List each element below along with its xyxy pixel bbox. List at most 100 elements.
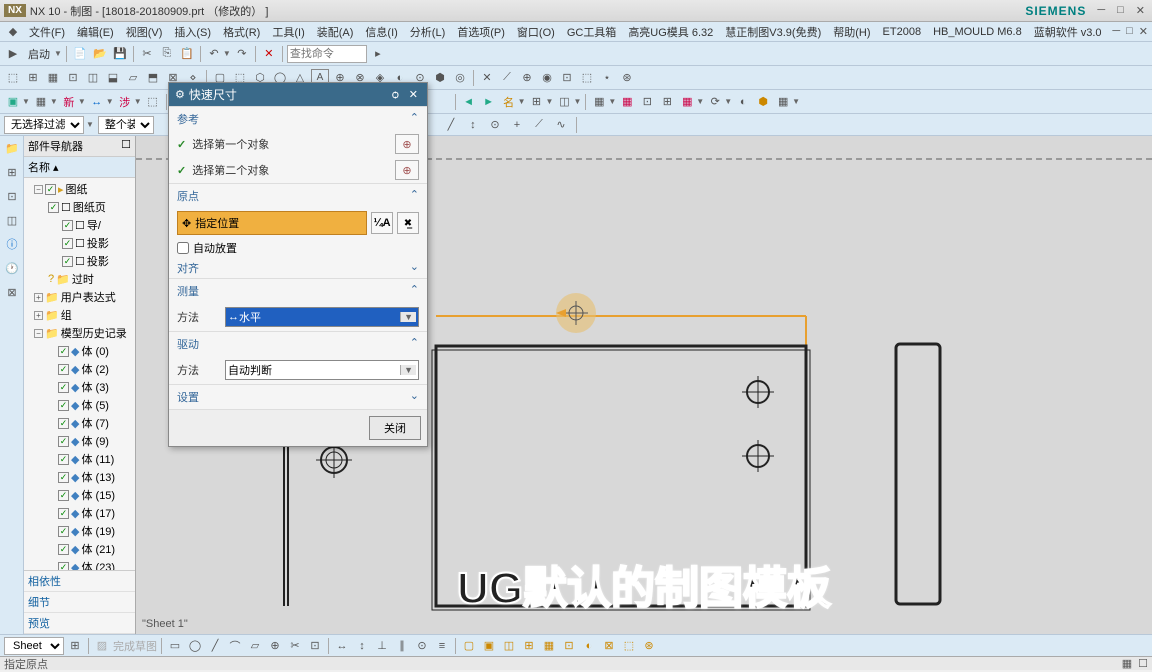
bt-5[interactable]: ▱ — [246, 637, 264, 655]
menu-et2008[interactable]: ET2008 — [878, 24, 927, 40]
rb-web-icon[interactable]: ⓘ — [1, 233, 23, 255]
snap-3[interactable]: ⊙ — [486, 116, 504, 134]
tree-body[interactable]: ✓◆体 (19) — [26, 522, 133, 540]
align-expand[interactable]: 对齐⌄ — [169, 258, 427, 278]
section-measure[interactable]: 测量⌃ — [169, 278, 427, 303]
t2-26[interactable]: ◉ — [538, 69, 556, 87]
t3-16[interactable]: ⬢ — [754, 93, 772, 111]
text-placement-button[interactable]: ¼A — [371, 212, 393, 234]
t3-6[interactable]: 名 — [500, 93, 518, 111]
bt-3[interactable]: ╱ — [206, 637, 224, 655]
t3-3[interactable]: ↔ — [88, 93, 106, 111]
t2-4[interactable]: ⊡ — [64, 69, 82, 87]
t2-3[interactable]: ▦ — [44, 69, 62, 87]
t3-12[interactable]: ⊞ — [658, 93, 676, 111]
rb-assembly-icon[interactable]: ⊞ — [1, 161, 23, 183]
menu-info[interactable]: 信息(I) — [360, 22, 402, 42]
snap-1[interactable]: ╱ — [442, 116, 460, 134]
bt-20[interactable]: ⊡ — [560, 637, 578, 655]
menu-lanchao[interactable]: 蓝朝软件 v3.0 — [1029, 22, 1107, 42]
status-icon-2[interactable]: ☐ — [1138, 657, 1148, 670]
dialog-reset-icon[interactable]: ѻ — [389, 89, 402, 101]
tree-expr[interactable]: +📁用户表达式 — [26, 288, 133, 306]
tree-body[interactable]: ✓◆体 (11) — [26, 450, 133, 468]
tree-group[interactable]: +📁组 — [26, 306, 133, 324]
tree-drawing[interactable]: −✓▸图纸 — [26, 180, 133, 198]
menu-edit[interactable]: 编辑(E) — [72, 22, 119, 42]
app-icon[interactable]: ◆ — [4, 23, 22, 41]
bt-22[interactable]: ⊠ — [600, 637, 618, 655]
bt-12[interactable]: ∥ — [393, 637, 411, 655]
menu-file[interactable]: 文件(F) — [24, 22, 70, 42]
menu-gctoolbox[interactable]: GC工具箱 — [562, 22, 622, 42]
drive-method-select[interactable]: 自动判断 ▼ — [225, 360, 419, 380]
t3-14[interactable]: ⟳ — [706, 93, 724, 111]
t2-1[interactable]: ⬚ — [4, 69, 22, 87]
t2-23[interactable]: ✕ — [478, 69, 496, 87]
rb-reuse-icon[interactable]: ◫ — [1, 209, 23, 231]
status-icon-1[interactable]: ▦ — [1122, 657, 1132, 670]
t3-new[interactable]: 新 — [60, 93, 78, 111]
search-go-icon[interactable]: ▸ — [369, 45, 387, 63]
tree-body[interactable]: ✓◆体 (21) — [26, 540, 133, 558]
bt-17[interactable]: ◫ — [500, 637, 518, 655]
dialog-titlebar[interactable]: ⚙ 快速尺寸 ѻ ✕ — [169, 83, 427, 106]
t2-25[interactable]: ⊕ — [518, 69, 536, 87]
inner-close[interactable]: ✕ — [1139, 25, 1148, 38]
copy-icon[interactable]: ⎘ — [158, 45, 176, 63]
t2-5[interactable]: ◫ — [84, 69, 102, 87]
tree-proj1[interactable]: ✓☐投影 — [26, 234, 133, 252]
new-icon[interactable]: 📄 — [71, 45, 89, 63]
bt-7[interactable]: ✂ — [286, 637, 304, 655]
bt-9[interactable]: ↔ — [333, 637, 351, 655]
open-icon[interactable]: 📂 — [91, 45, 109, 63]
origin-axis-button[interactable]: ✖̲ — [397, 212, 419, 234]
nav-preview[interactable]: 预览 — [24, 613, 135, 634]
t3-fwd[interactable]: ► — [480, 93, 498, 111]
bt-6[interactable]: ⊕ — [266, 637, 284, 655]
close-button[interactable]: 关闭 — [369, 416, 421, 440]
sheet-nav[interactable]: ⊞ — [66, 637, 84, 655]
bt-13[interactable]: ⊙ — [413, 637, 431, 655]
t2-7[interactable]: ▱ — [124, 69, 142, 87]
start-dropdown[interactable]: ▼ — [54, 49, 62, 58]
t2-6[interactable]: ⬓ — [104, 69, 122, 87]
t2-22[interactable]: ◎ — [451, 69, 469, 87]
paste-icon[interactable]: 📋 — [178, 45, 196, 63]
t2-28[interactable]: ⬚ — [578, 69, 596, 87]
undo-icon[interactable]: ↶ — [205, 45, 223, 63]
bt-11[interactable]: ⊥ — [373, 637, 391, 655]
nav-pin-icon[interactable]: ☐ — [121, 138, 131, 154]
bt-24[interactable]: ⊛ — [640, 637, 658, 655]
tree-history[interactable]: −📁模型历史记录 — [26, 324, 133, 342]
menu-format[interactable]: 格式(R) — [218, 22, 265, 42]
bt-1[interactable]: ▭ — [166, 637, 184, 655]
tree-import[interactable]: ✓☐导/ — [26, 216, 133, 234]
t3-2[interactable]: ▦ — [32, 93, 50, 111]
select-first-object[interactable]: ✓ 选择第一个对象 ⊕ — [169, 131, 427, 157]
bt-15[interactable]: ▢ — [460, 637, 478, 655]
t3-15[interactable]: ◐ — [734, 93, 752, 111]
command-search-input[interactable] — [287, 45, 367, 63]
redo-icon[interactable]: ↷ — [233, 45, 251, 63]
menu-assembly[interactable]: 装配(A) — [312, 22, 359, 42]
inner-restore[interactable]: □ — [1126, 25, 1133, 38]
section-reference[interactable]: 参考⌃ — [169, 106, 427, 131]
t3-1[interactable]: ▣ — [4, 93, 22, 111]
menu-analysis[interactable]: 分析(L) — [405, 22, 450, 42]
tree-body[interactable]: ✓◆体 (15) — [26, 486, 133, 504]
tree-body[interactable]: ✓◆体 (5) — [26, 396, 133, 414]
snap-2[interactable]: ↕ — [464, 116, 482, 134]
bt-4[interactable]: ⌒ — [226, 637, 244, 655]
tree-body[interactable]: ✓◆体 (3) — [26, 378, 133, 396]
sheet-selector[interactable]: Sheet 1 — [4, 637, 64, 655]
bt-14[interactable]: ≡ — [433, 637, 451, 655]
menu-window[interactable]: 窗口(O) — [512, 22, 560, 42]
rb-constraint-icon[interactable]: ⊡ — [1, 185, 23, 207]
tree-body[interactable]: ✓◆体 (13) — [26, 468, 133, 486]
tree-drawing-page[interactable]: ✓☐图纸页 — [26, 198, 133, 216]
target-1-icon[interactable]: ⊕ — [395, 134, 419, 154]
tree-body[interactable]: ✓◆体 (2) — [26, 360, 133, 378]
t2-29[interactable]: ⋆ — [598, 69, 616, 87]
t3-11[interactable]: ⊡ — [638, 93, 656, 111]
